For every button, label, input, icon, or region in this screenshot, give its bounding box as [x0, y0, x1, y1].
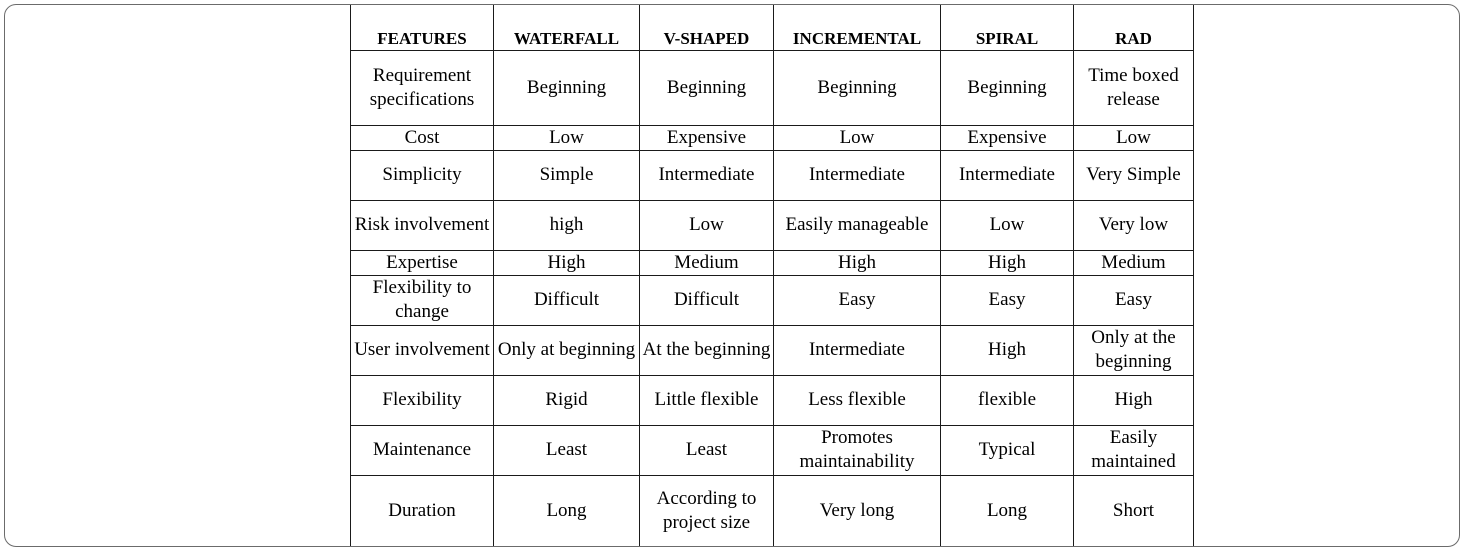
table-row: Risk involvement high Low Easily managea… [350, 199, 1194, 251]
table-cell: High [940, 249, 1074, 276]
table-cell: Easy [1073, 274, 1194, 326]
table-cell: Only at beginning [493, 324, 640, 376]
table-cell: Typical [940, 424, 1074, 476]
table-cell: Easily maintained [1073, 424, 1194, 476]
table-row: Expertise High Medium High High Medium [350, 249, 1194, 276]
table-cell: flexible [940, 374, 1074, 426]
table-cell: Only at the beginning [1073, 324, 1194, 376]
table-cell: High [773, 249, 941, 276]
table-cell: Easy [773, 274, 941, 326]
table-row: Flexibility to change Difficult Difficul… [350, 274, 1194, 326]
document-frame: FEATURES WATERFALL V-SHAPED INCREMENTAL … [4, 4, 1460, 547]
table-cell: Expensive [639, 124, 774, 151]
feature-cell: Flexibility to change [350, 274, 494, 326]
table-cell: High [940, 324, 1074, 376]
table-cell: Easily manageable [773, 199, 941, 251]
header-row: FEATURES WATERFALL V-SHAPED INCREMENTAL … [350, 5, 1194, 51]
table-cell: Intermediate [773, 324, 941, 376]
table-cell: Low [493, 124, 640, 151]
table-row: Cost Low Expensive Low Expensive Low [350, 124, 1194, 151]
table-cell: Intermediate [940, 149, 1074, 201]
table-cell: Rigid [493, 374, 640, 426]
table-cell: Very Simple [1073, 149, 1194, 201]
header-cell: SPIRAL [940, 5, 1074, 51]
header-cell: WATERFALL [493, 5, 640, 51]
table-cell: Least [639, 424, 774, 476]
feature-cell: User involvement [350, 324, 494, 376]
table-cell: High [493, 249, 640, 276]
table-row: Duration Long According to project size … [350, 474, 1194, 546]
table-cell: Very low [1073, 199, 1194, 251]
table-row: User involvement Only at beginning At th… [350, 324, 1194, 376]
feature-cell: Requirement specifications [350, 49, 494, 126]
table-cell: According to project size [639, 474, 774, 546]
table-cell: Medium [639, 249, 774, 276]
table-cell: Expensive [940, 124, 1074, 151]
table-cell: Low [639, 199, 774, 251]
feature-cell: Maintenance [350, 424, 494, 476]
table-cell: Easy [940, 274, 1074, 326]
header-cell: FEATURES [350, 5, 494, 51]
table-cell: Difficult [639, 274, 774, 326]
header-cell: INCREMENTAL [773, 5, 941, 51]
table-cell: At the beginning [639, 324, 774, 376]
table-cell: Beginning [940, 49, 1074, 126]
table-cell: Medium [1073, 249, 1194, 276]
table-cell: Least [493, 424, 640, 476]
table-cell: Low [940, 199, 1074, 251]
header-cell: V-SHAPED [639, 5, 774, 51]
feature-cell: Duration [350, 474, 494, 546]
table-cell: Beginning [493, 49, 640, 126]
table-cell: Simple [493, 149, 640, 201]
table-cell: Time boxed release [1073, 49, 1194, 126]
table-cell: Promotes maintainability [773, 424, 941, 476]
sdlc-comparison-table: FEATURES WATERFALL V-SHAPED INCREMENTAL … [350, 5, 1194, 546]
table-cell: Intermediate [639, 149, 774, 201]
table-cell: Difficult [493, 274, 640, 326]
table-row: Requirement specifications Beginning Beg… [350, 49, 1194, 126]
table-row: Maintenance Least Least Promotes maintai… [350, 424, 1194, 476]
table-cell: High [1073, 374, 1194, 426]
table-cell: Low [773, 124, 941, 151]
table-row: Flexibility Rigid Little flexible Less f… [350, 374, 1194, 426]
table-cell: Intermediate [773, 149, 941, 201]
feature-cell: Risk involvement [350, 199, 494, 251]
table-cell: Beginning [639, 49, 774, 126]
feature-cell: Expertise [350, 249, 494, 276]
feature-cell: Flexibility [350, 374, 494, 426]
table-cell: Long [940, 474, 1074, 546]
table-cell: Long [493, 474, 640, 546]
table-cell: Beginning [773, 49, 941, 126]
feature-cell: Cost [350, 124, 494, 151]
table-cell: Less flexible [773, 374, 941, 426]
table-cell: Very long [773, 474, 941, 546]
table-cell: Short [1073, 474, 1194, 546]
header-cell: RAD [1073, 5, 1194, 51]
table-cell: high [493, 199, 640, 251]
table-cell: Low [1073, 124, 1194, 151]
table-cell: Little flexible [639, 374, 774, 426]
table-row: Simplicity Simple Intermediate Intermedi… [350, 149, 1194, 201]
feature-cell: Simplicity [350, 149, 494, 201]
